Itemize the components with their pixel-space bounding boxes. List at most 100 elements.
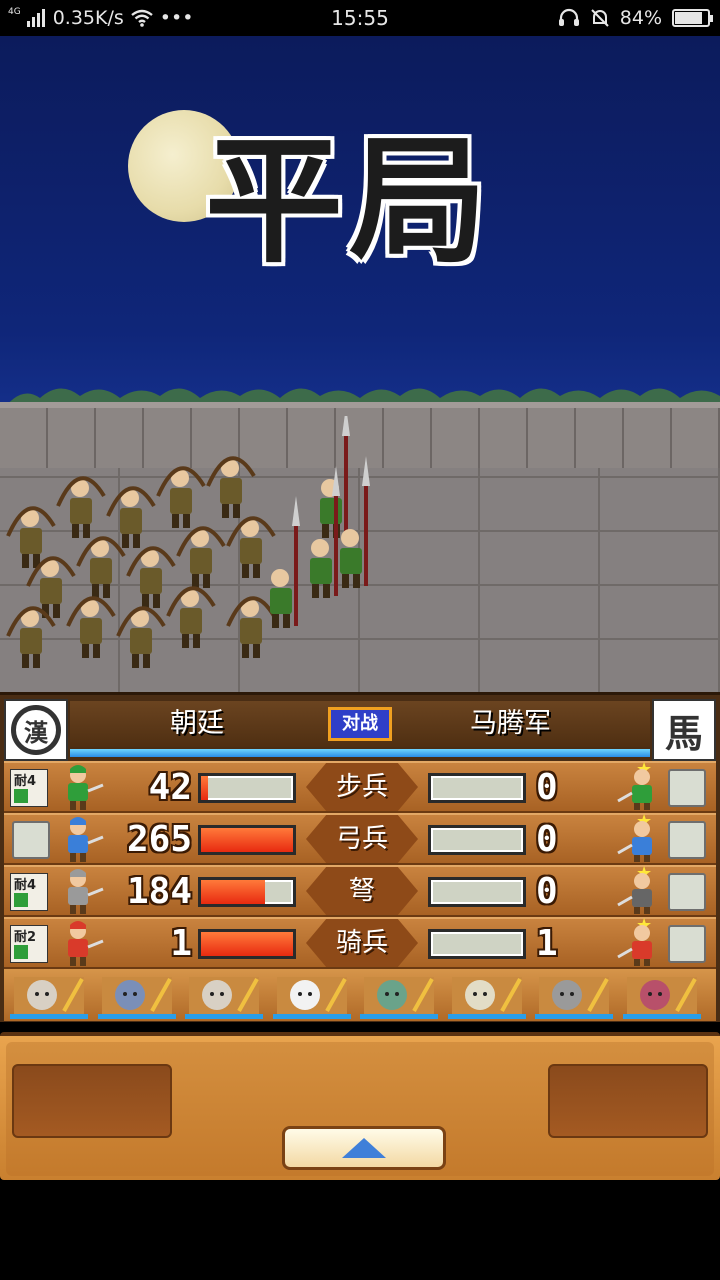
- left-troop-count: 265: [126, 819, 192, 860]
- officer-portrait-row: [4, 969, 716, 1021]
- officer-portrait[interactable]: [446, 971, 528, 1019]
- battle-panel: 漢 馬 朝廷 对战 马腾军 耐4 42 步兵 0 265 弓兵 0 耐4 184…: [0, 692, 720, 1022]
- soldier-sprite: [166, 586, 216, 648]
- troop-row: 耐4 42 步兵 0 ★: [4, 759, 716, 813]
- left-unit-icon: [68, 921, 104, 966]
- right-command-slot[interactable]: [548, 1064, 708, 1138]
- status-left: 4G 0.35K/s •••: [8, 0, 193, 36]
- officer-portrait[interactable]: [533, 971, 615, 1019]
- officer-face-icon: [189, 977, 259, 1015]
- soldier-sprite: [56, 476, 106, 538]
- officer-hp-bar: [535, 1014, 613, 1019]
- officer-portrait[interactable]: [183, 971, 265, 1019]
- morale-bar: [70, 749, 650, 757]
- soldier-sprite: [176, 526, 226, 588]
- durability-tag: 耐4: [14, 877, 36, 893]
- command-panel: [0, 1032, 720, 1180]
- soldier-sprite: [156, 466, 206, 528]
- troop-row: 265 弓兵 0 ★: [4, 811, 716, 865]
- durability-tag-icon: 耐4: [10, 769, 48, 807]
- right-army-name: 马腾军: [470, 708, 551, 739]
- left-hp-fill: [201, 932, 293, 956]
- network-speed: 0.35K/s: [52, 7, 124, 29]
- empty-slot-right[interactable]: [668, 821, 706, 859]
- mute-bell-icon: [591, 9, 609, 27]
- left-troop-count: 42: [148, 767, 192, 808]
- battle-scene: 平局: [0, 36, 720, 692]
- empty-slot-right[interactable]: [668, 769, 706, 807]
- right-army-emblem: 馬: [652, 699, 716, 761]
- durability-tag: 耐2: [14, 929, 36, 945]
- left-unit-icon: [68, 765, 104, 810]
- unit-type-label: 弩: [348, 876, 375, 906]
- soldier-sprite: [126, 546, 176, 608]
- status-right: 84%: [558, 0, 713, 36]
- officer-portrait[interactable]: [358, 971, 440, 1019]
- officer-face-icon: [451, 977, 522, 1015]
- soldier-sprite: [76, 536, 126, 598]
- left-hp-fill: [201, 828, 293, 852]
- officer-portrait[interactable]: [8, 971, 90, 1019]
- officer-portrait[interactable]: [96, 971, 178, 1019]
- officer-hp-bar: [272, 1014, 351, 1019]
- left-hp-bar: [198, 929, 296, 959]
- empty-slot-left[interactable]: [12, 821, 50, 859]
- wifi-icon: [131, 9, 153, 27]
- morale-fill: [70, 749, 650, 757]
- officer-face-icon: [364, 977, 434, 1015]
- right-troop-count: 1: [536, 923, 558, 964]
- durability-tag: 耐4: [14, 773, 36, 789]
- troop-row: 耐2 1 骑兵 1 ★: [4, 915, 716, 969]
- officer-hp-bar: [447, 1014, 526, 1019]
- signal-icon: [26, 9, 45, 27]
- bottom-blank: [0, 1180, 720, 1280]
- unit-type-label: 弓兵: [335, 824, 388, 854]
- right-unit-icon: [617, 821, 652, 862]
- soldier-sprite: [206, 456, 256, 518]
- right-troop-count: 0: [536, 767, 558, 808]
- soldier-sprite: [116, 606, 166, 668]
- officer-face-icon: [14, 977, 84, 1015]
- command-panel-inset: [6, 1042, 714, 1176]
- officer-portrait[interactable]: [271, 971, 353, 1019]
- empty-slot-right[interactable]: [668, 925, 706, 963]
- unit-type-label: 骑兵: [335, 928, 388, 958]
- versus-badge: 对战: [328, 707, 392, 741]
- officer-face-icon: [626, 977, 697, 1015]
- left-hp-fill: [201, 776, 209, 800]
- officer-portrait[interactable]: [621, 971, 703, 1019]
- right-hp-bar: [428, 773, 526, 803]
- officer-hp-bar: [185, 1014, 263, 1019]
- soldier-sprite: [66, 596, 116, 658]
- soldier-sprite: [270, 496, 300, 628]
- battery-level: [675, 12, 702, 24]
- durability-tag-icon: 耐4: [10, 873, 48, 911]
- expand-up-button[interactable]: [282, 1126, 446, 1170]
- status-bar: 4G 0.35K/s ••• 15:55 84%: [0, 0, 720, 36]
- soldier-sprite: [6, 606, 56, 668]
- headset-icon: [558, 8, 579, 26]
- left-hp-bar: [198, 877, 296, 907]
- officer-hp-bar: [360, 1014, 438, 1019]
- battery-percent: 84%: [619, 7, 662, 29]
- soldier-sprite: [226, 596, 276, 658]
- left-command-slot[interactable]: [12, 1064, 172, 1138]
- right-hp-bar: [428, 877, 526, 907]
- battery-icon: [672, 9, 713, 27]
- left-hp-fill: [201, 880, 266, 904]
- left-unit-icon: [68, 869, 104, 914]
- soldier-sprite: [226, 516, 276, 578]
- officer-hp-bar: [97, 1014, 176, 1019]
- up-arrow-icon: [342, 1138, 386, 1158]
- unit-type-label: 步兵: [335, 772, 388, 802]
- empty-slot-right[interactable]: [668, 873, 706, 911]
- officer-hp-bar: [10, 1014, 88, 1019]
- troop-row: 耐4 184 弩 0 ★: [4, 863, 716, 917]
- left-troop-count: 1: [170, 923, 192, 964]
- right-hp-bar: [428, 825, 526, 855]
- right-unit-icon: [617, 925, 652, 966]
- left-hp-bar: [198, 773, 296, 803]
- right-troop-count: 0: [536, 871, 558, 912]
- more-dots: •••: [159, 7, 194, 29]
- left-unit-icon: [68, 817, 104, 862]
